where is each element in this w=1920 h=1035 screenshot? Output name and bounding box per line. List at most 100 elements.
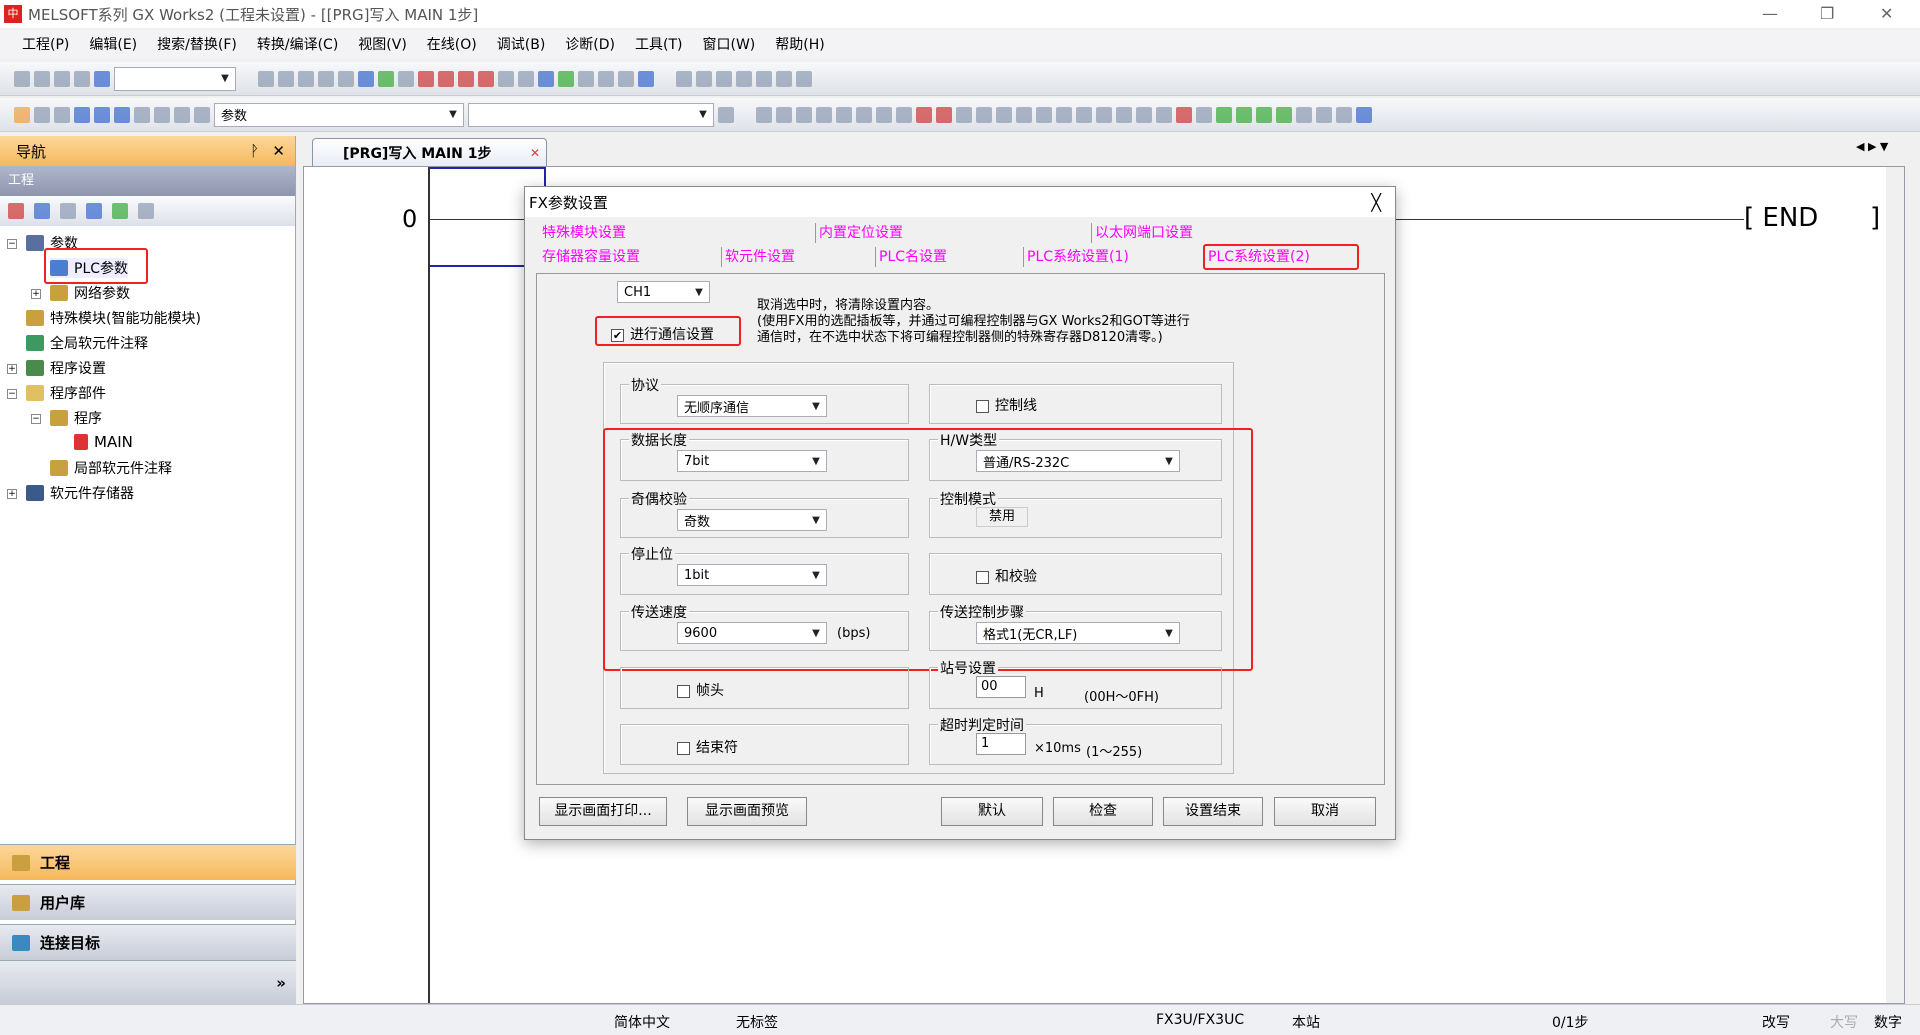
property-icon[interactable] — [86, 203, 102, 219]
tool-icon[interactable] — [1196, 106, 1212, 123]
expand-icon[interactable]: + — [31, 289, 41, 299]
close-button[interactable]: ✕ — [1880, 4, 1893, 23]
filter-icon[interactable] — [138, 203, 154, 219]
tab-ethernet-port[interactable]: 以太网端口设置 — [1091, 223, 1193, 243]
write-to-plc-icon[interactable] — [418, 70, 434, 87]
tab-memory-capacity[interactable]: 存储器容量设置 — [539, 247, 640, 267]
redo-icon[interactable] — [338, 70, 354, 87]
tree-item-global-comment[interactable]: 全局软元件注释 — [26, 333, 148, 353]
collapse-icon[interactable]: − — [7, 239, 17, 249]
toolbar-combo[interactable]: ▼ — [114, 66, 236, 91]
protocol-select[interactable]: 无顺序通信 ▼ — [677, 395, 827, 417]
channel-select[interactable]: CH1 ▼ — [617, 281, 710, 303]
minimize-button[interactable]: — — [1762, 4, 1778, 23]
pin-icon[interactable]: ᚹ — [250, 142, 259, 160]
comment-icon[interactable] — [578, 70, 594, 87]
pulse-icon[interactable] — [1076, 106, 1092, 123]
monitor-stop-icon[interactable] — [498, 70, 514, 87]
tool-icon[interactable] — [1316, 106, 1332, 123]
refresh-icon[interactable] — [112, 203, 128, 219]
cut-icon[interactable] — [258, 70, 274, 87]
menu-view[interactable]: 视图(V) — [358, 34, 407, 54]
tool-icon[interactable] — [1236, 106, 1252, 123]
ladder-tool-icon[interactable] — [736, 70, 752, 87]
menu-tools[interactable]: 工具(T) — [635, 34, 682, 54]
monitor-all-icon[interactable] — [518, 70, 534, 87]
default-button[interactable]: 默认 — [941, 797, 1043, 826]
menu-online[interactable]: 在线(O) — [427, 34, 477, 54]
delete-vline-icon[interactable] — [936, 106, 952, 123]
print-screen-button[interactable]: 显示画面打印... — [539, 797, 667, 826]
tab-device[interactable]: 软元件设置 — [721, 247, 795, 267]
note-icon[interactable] — [618, 70, 634, 87]
control-line-checkbox[interactable]: 控制线 — [976, 395, 1037, 415]
menu-edit[interactable]: 编辑(E) — [89, 34, 137, 54]
operation-icon[interactable] — [1136, 106, 1152, 123]
tool-icon[interactable] — [1256, 106, 1272, 123]
device-icon[interactable] — [114, 106, 130, 123]
ladder-tool-icon[interactable] — [696, 70, 712, 87]
binoculars-icon[interactable] — [194, 106, 210, 123]
end-setting-button[interactable]: 设置结束 — [1163, 797, 1263, 826]
menu-find-replace[interactable]: 搜索/替换(F) — [157, 34, 237, 54]
find-icon[interactable] — [154, 106, 170, 123]
copy-icon[interactable] — [278, 70, 294, 87]
close-tab-icon[interactable]: ✕ — [530, 146, 540, 160]
tree-item-main[interactable]: MAIN — [74, 433, 133, 451]
paste-data-icon[interactable] — [60, 203, 76, 219]
pulse-icon[interactable] — [976, 106, 992, 123]
tree-item-network-parameters[interactable]: 网络参数 — [50, 283, 130, 303]
delete-line-icon[interactable] — [916, 106, 932, 123]
pulse-icon[interactable] — [1036, 106, 1052, 123]
new-icon[interactable] — [14, 70, 30, 87]
terminator-checkbox[interactable]: 结束符 — [677, 737, 738, 757]
ladder-tool-icon[interactable] — [676, 70, 692, 87]
undo-icon[interactable] — [318, 70, 334, 87]
list-icon[interactable] — [54, 106, 70, 123]
contact-f5-icon[interactable] — [756, 106, 772, 123]
monitor-icon[interactable] — [478, 70, 494, 87]
pulse-icon[interactable] — [1016, 106, 1032, 123]
close-icon[interactable]: ✕ — [272, 142, 285, 160]
instruction-f8-icon[interactable] — [856, 106, 872, 123]
menu-convert[interactable]: 转换/编译(C) — [257, 34, 338, 54]
ladder-tool-icon[interactable] — [716, 70, 732, 87]
tool-icon[interactable] — [1356, 106, 1372, 123]
instruction-search-icon[interactable] — [378, 70, 394, 87]
tool-icon[interactable] — [1336, 106, 1352, 123]
tool-icon[interactable] — [1276, 106, 1292, 123]
pulse-icon[interactable] — [956, 106, 972, 123]
expand-icon[interactable]: + — [7, 489, 17, 499]
nav-tab-project[interactable]: 工程 — [0, 844, 296, 880]
device-search-icon[interactable] — [358, 70, 374, 87]
new-data-icon[interactable] — [8, 203, 24, 219]
tree-item-device-memory[interactable]: 软元件存储器 — [26, 483, 134, 503]
watch-icon[interactable] — [134, 106, 150, 123]
read-from-plc-icon[interactable] — [438, 70, 454, 87]
restore-button[interactable]: ❐ — [1820, 4, 1834, 23]
ladder-tool-icon[interactable] — [796, 70, 812, 87]
menu-project[interactable]: 工程(P) — [22, 34, 69, 54]
tree-item-program[interactable]: 程序 — [50, 408, 102, 428]
coil-f7-icon[interactable] — [836, 106, 852, 123]
nav-more-button[interactable]: » — [0, 960, 296, 1004]
tree-item-pou[interactable]: 程序部件 — [26, 383, 106, 403]
nav-tab-connection[interactable]: 连接目标 — [0, 924, 296, 960]
contact-f6-icon[interactable] — [796, 106, 812, 123]
tree-item-intelligent-module[interactable]: 特殊模块(智能功能模块) — [26, 308, 201, 328]
device-test-icon[interactable] — [558, 70, 574, 87]
search-combo-2[interactable]: ▼ — [468, 102, 714, 127]
tab-plc-system-1[interactable]: PLC系统设置(1) — [1023, 247, 1129, 267]
copy-data-icon[interactable] — [34, 203, 50, 219]
tree-item-program-setting[interactable]: 程序设置 — [26, 358, 106, 378]
question-icon[interactable] — [174, 106, 190, 123]
print-icon[interactable] — [74, 70, 90, 87]
tool-icon[interactable] — [1216, 106, 1232, 123]
menu-help[interactable]: 帮助(H) — [775, 34, 824, 54]
timeout-input[interactable]: 1 — [976, 733, 1026, 755]
tool-icon[interactable] — [1296, 106, 1312, 123]
device-batch-icon[interactable] — [538, 70, 554, 87]
save-icon[interactable] — [54, 70, 70, 87]
nav-tab-user-library[interactable]: 用户库 — [0, 884, 296, 920]
menu-window[interactable]: 窗口(W) — [702, 34, 755, 54]
